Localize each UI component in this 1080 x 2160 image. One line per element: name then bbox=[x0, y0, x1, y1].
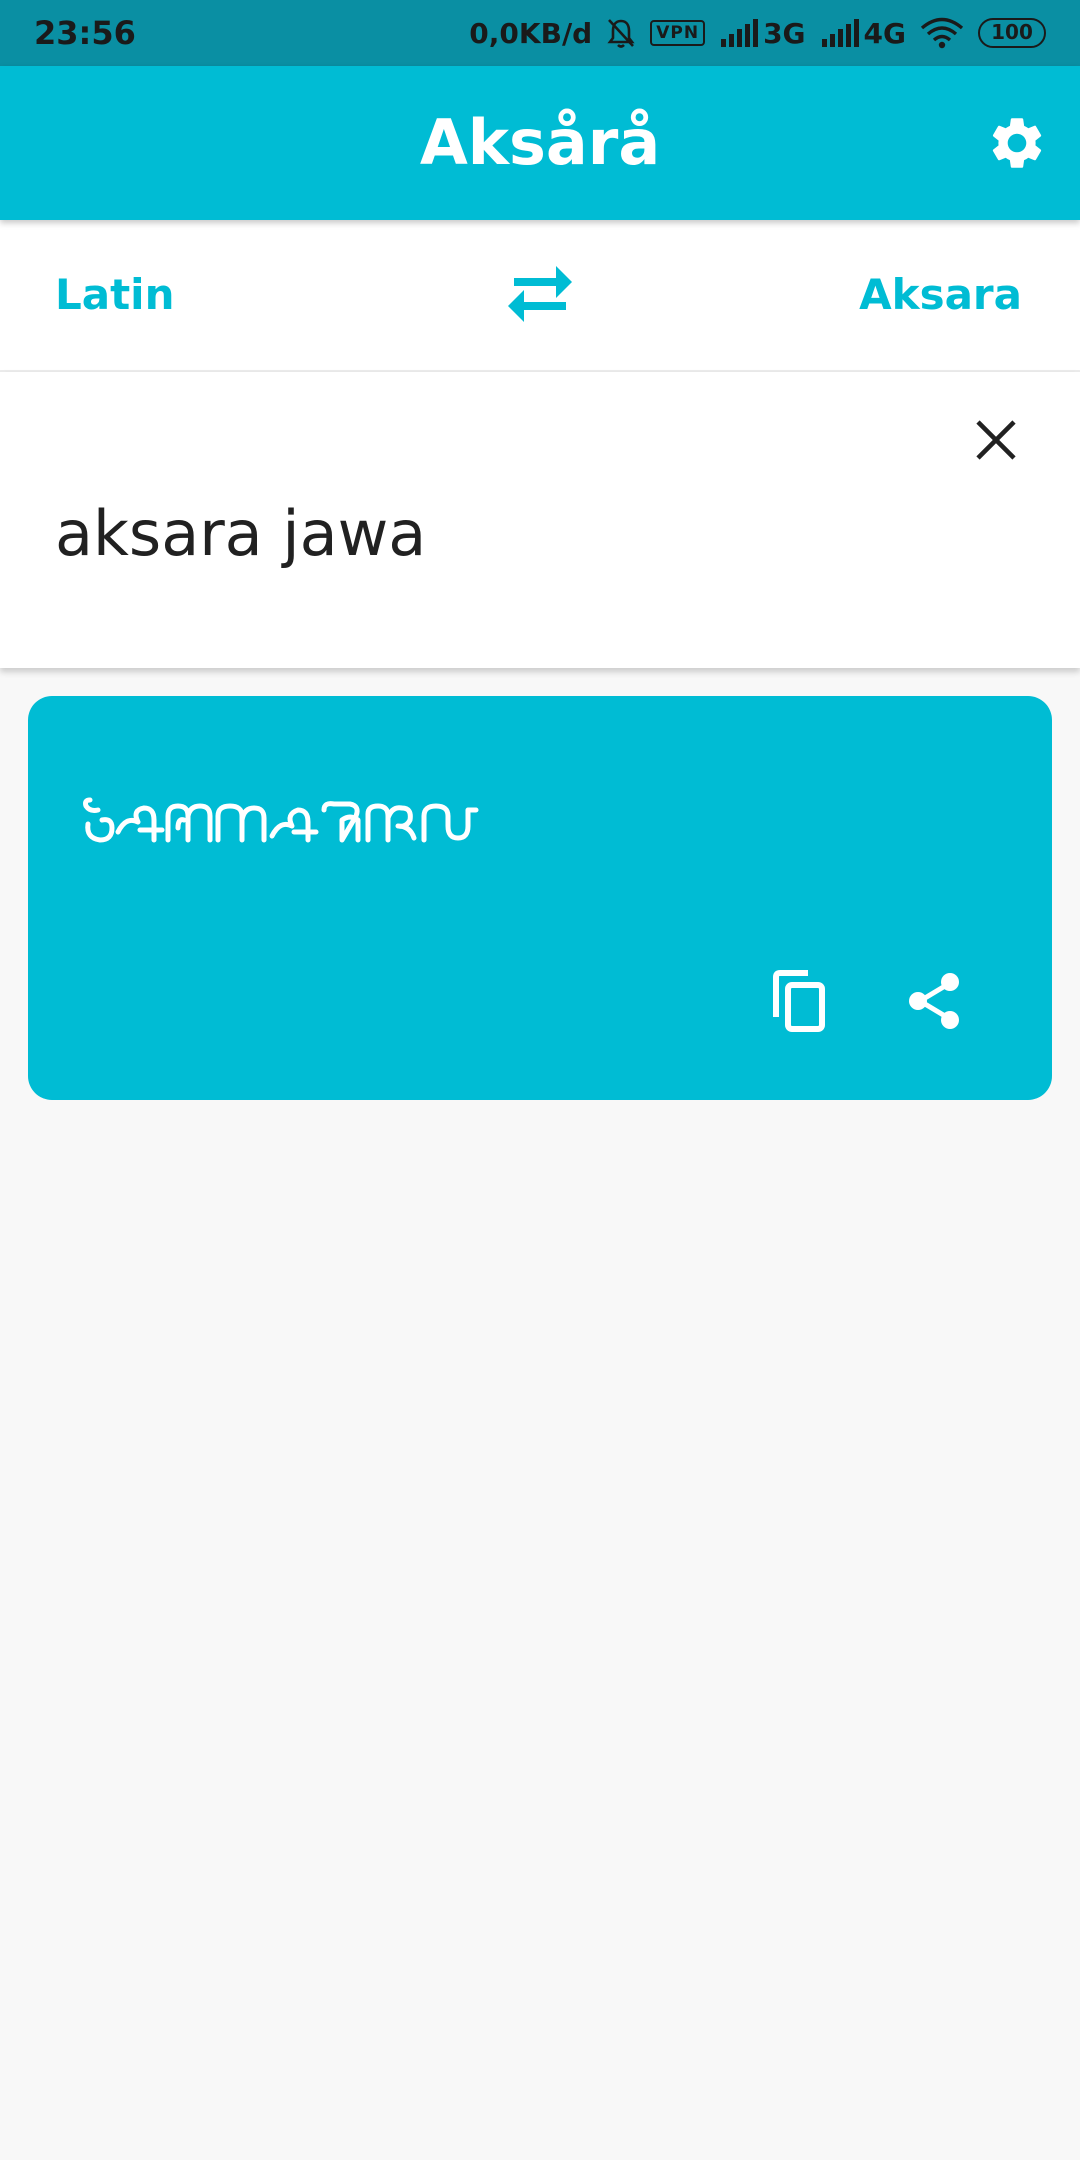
vpn-badge: VPN bbox=[650, 20, 706, 46]
app-title: Aksårå bbox=[419, 106, 661, 179]
status-bar: 23:56 0,0KB/d VPN 3G 4G 100 bbox=[0, 0, 1080, 66]
share-button[interactable] bbox=[902, 968, 968, 1034]
wifi-icon bbox=[920, 17, 964, 49]
copy-button[interactable] bbox=[766, 968, 832, 1034]
status-time: 23:56 bbox=[34, 14, 136, 52]
target-language[interactable]: Aksara bbox=[859, 220, 1022, 370]
clear-button[interactable] bbox=[956, 400, 1036, 480]
signal-icon bbox=[821, 19, 859, 47]
result-actions bbox=[766, 968, 968, 1034]
gear-icon bbox=[992, 118, 1042, 168]
input-text[interactable]: aksara jawa bbox=[55, 494, 426, 574]
swap-languages-button[interactable] bbox=[500, 256, 580, 336]
battery-indicator: 100 bbox=[978, 18, 1046, 48]
copy-icon bbox=[773, 970, 825, 1032]
data-speed: 0,0KB/d bbox=[469, 16, 593, 50]
language-bar: Latin Aksara bbox=[0, 220, 1080, 372]
signal-group-2: 4G bbox=[820, 17, 906, 50]
close-icon bbox=[976, 420, 1016, 460]
signal-icon bbox=[721, 19, 759, 47]
result-text bbox=[80, 780, 980, 900]
result-card bbox=[28, 696, 1052, 1100]
settings-button[interactable] bbox=[980, 106, 1054, 180]
mute-bell-icon bbox=[606, 17, 636, 49]
network-type-1: 3G bbox=[763, 16, 806, 50]
status-icons: 0,0KB/d VPN 3G 4G 100 bbox=[469, 10, 1046, 56]
network-type-2: 4G bbox=[863, 16, 906, 50]
swap-arrows-icon bbox=[508, 266, 572, 322]
app-bar: Aksårå bbox=[0, 66, 1080, 220]
input-area[interactable]: aksara jawa bbox=[0, 372, 1080, 668]
javanese-script-glyphs bbox=[83, 797, 479, 843]
share-icon bbox=[909, 973, 959, 1029]
source-language[interactable]: Latin bbox=[55, 220, 174, 370]
signal-group-1: 3G bbox=[719, 16, 806, 50]
